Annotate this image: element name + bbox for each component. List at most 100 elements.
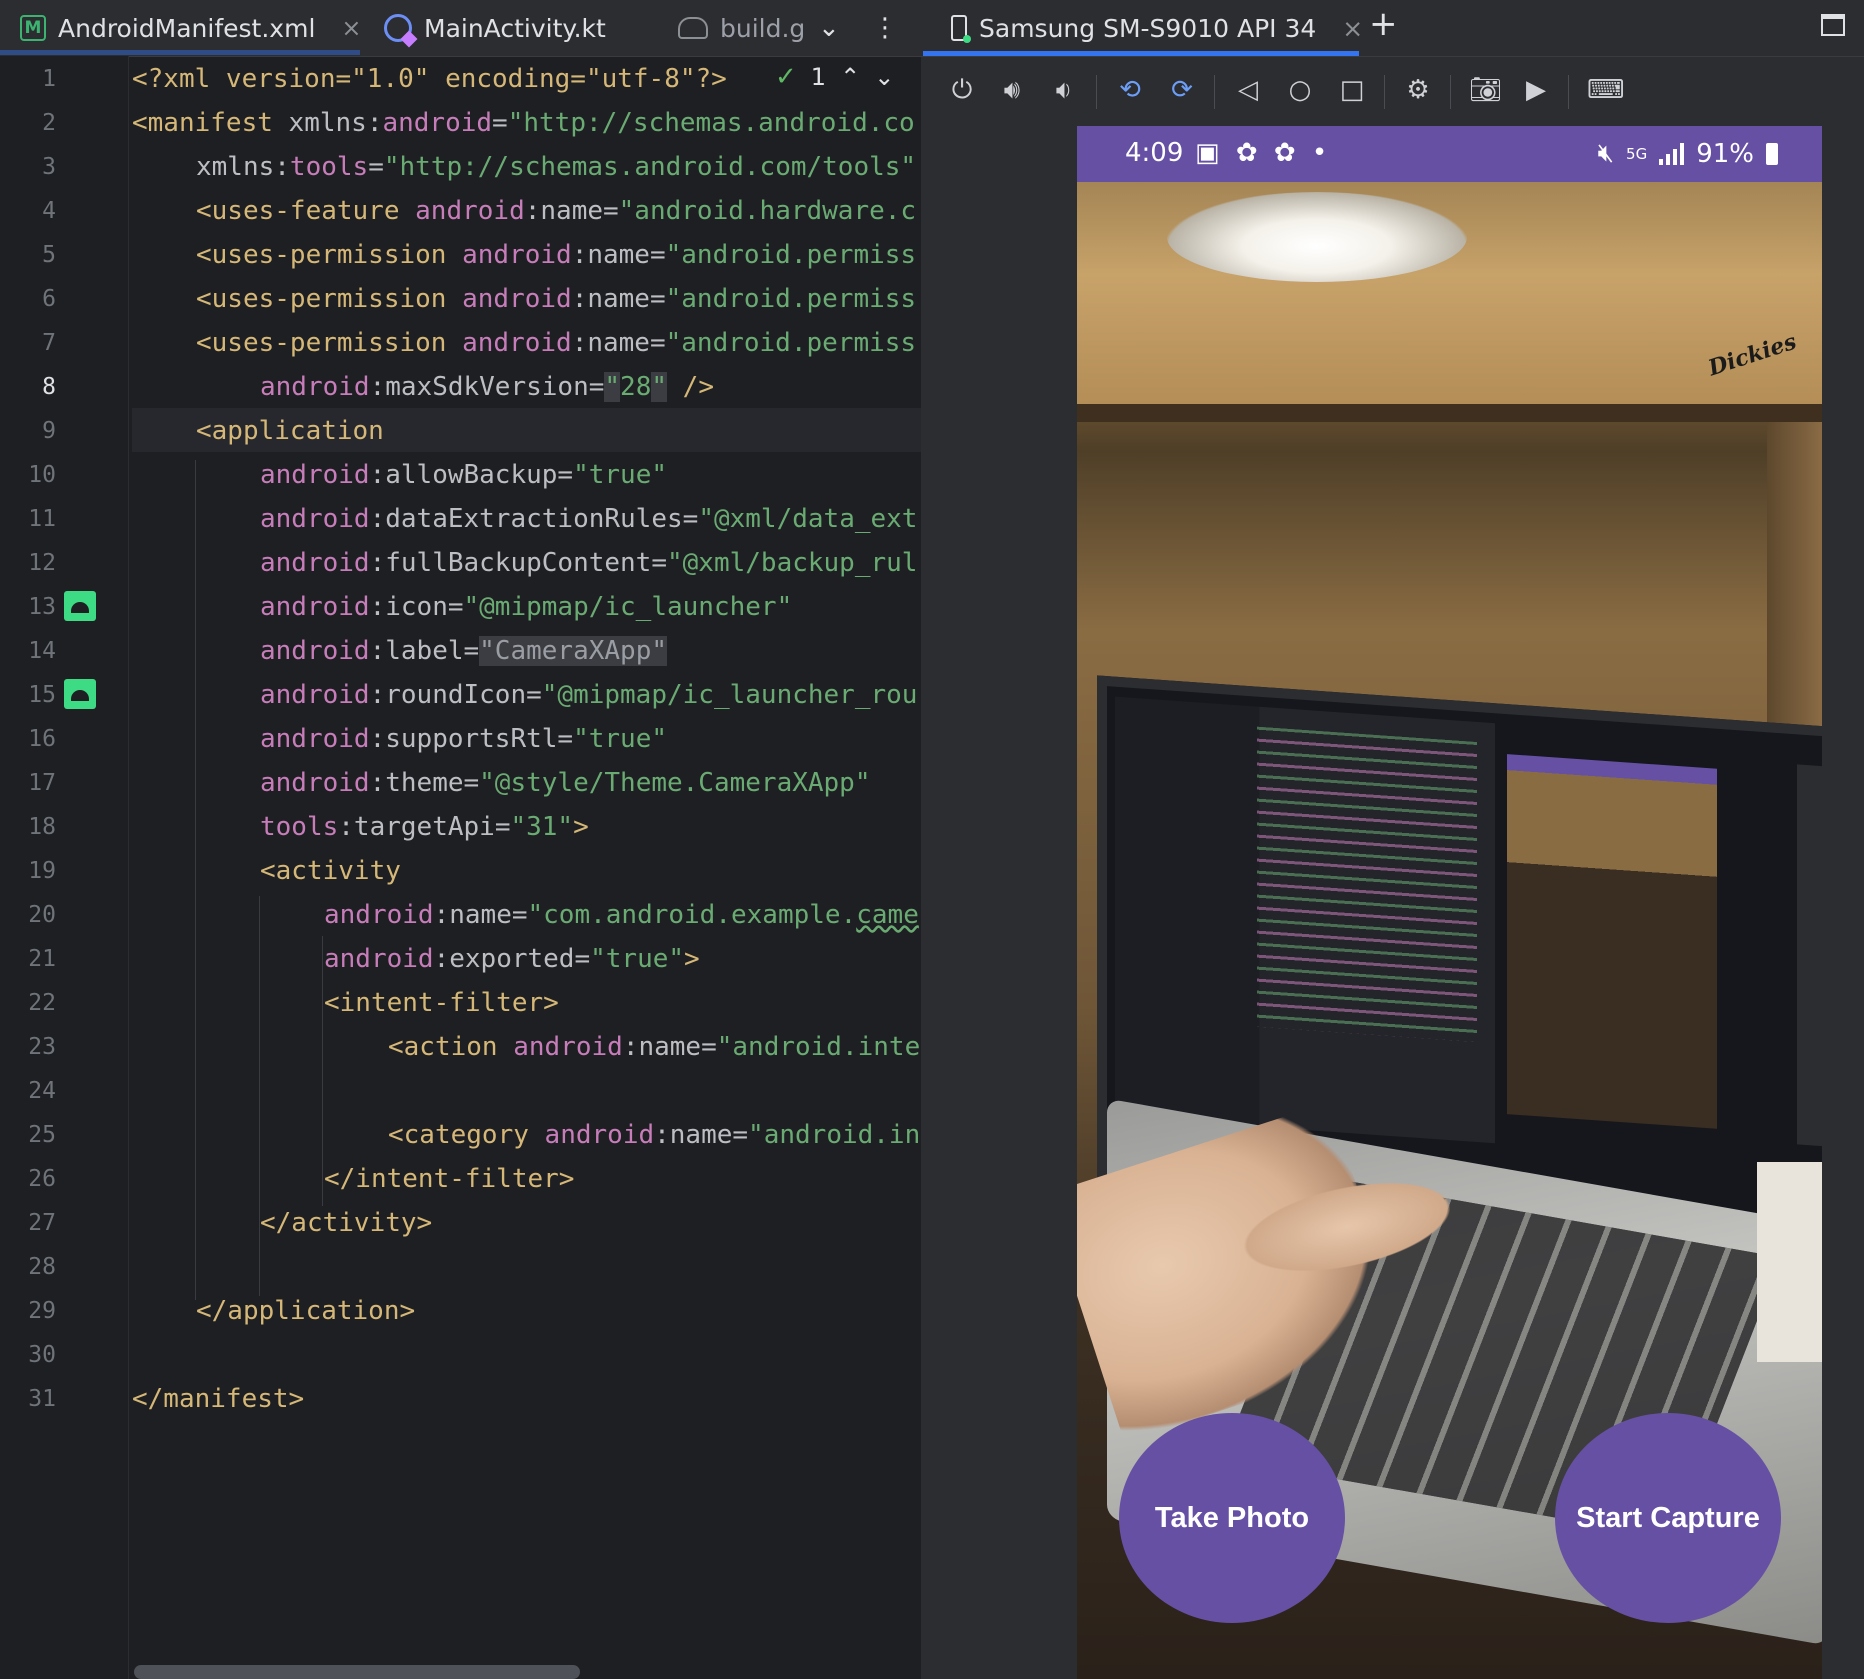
notification-icons: ▣ ✿ ✿ • [1195, 138, 1332, 168]
xml-attr: android [260, 592, 370, 622]
line-number: 5 [42, 242, 56, 268]
xml-attr: android [462, 240, 572, 270]
line-number: 17 [28, 770, 56, 796]
screen-record-icon[interactable]: ▶ [1521, 75, 1551, 105]
code-line-18: tools:targetApi="31"> [260, 812, 589, 842]
line-number: 3 [42, 154, 56, 180]
line-number: 10 [28, 462, 56, 488]
tab-android-manifest[interactable]: M AndroidManifest.xml × [20, 0, 362, 56]
power-icon[interactable]: ⏻ [947, 75, 977, 105]
xml-attr: android [260, 768, 370, 798]
code-line-13: android:icon="@mipmap/ic_launcher" [260, 592, 792, 622]
xml-value: "true" [573, 724, 667, 754]
take-photo-button[interactable]: Take Photo [1119, 1413, 1345, 1623]
xml-tag: <uses-feature [196, 196, 416, 226]
xml-eq: = [492, 108, 508, 138]
xml-attr-name: :name= [571, 240, 666, 270]
xml-declaration: <?xml version="1.0" encoding="utf-8"?> [132, 64, 727, 94]
xml-attr-name: :icon= [369, 592, 464, 622]
xml-attr-name: :roundIcon= [369, 680, 542, 710]
chevron-down-icon[interactable]: ⌄ [818, 0, 840, 56]
xml-attr: android [260, 460, 370, 490]
xml-value-warning[interactable]: came [856, 900, 919, 930]
chevron-down-icon[interactable]: ⌄ [874, 63, 894, 91]
home-icon[interactable]: ○ [1285, 75, 1315, 105]
device-toolbar: ⏻ 🔊︎ 🔉︎ ⟲ ⟳ ◁ ○ □ ⚙ 📷︎ ▶ ⌨ [921, 57, 1864, 125]
preview-nested-phone [1507, 754, 1717, 1129]
device-screen[interactable]: 4:09 ▣ ✿ ✿ • 🔇︎ 5G 91% Dickies Take Phot… [1077, 126, 1822, 1679]
android-launcher-icon[interactable] [64, 591, 96, 621]
rotate-right-icon[interactable]: ⟳ [1167, 75, 1197, 105]
camera-preview[interactable]: Dickies Take Photo Start Capture [1077, 182, 1822, 1679]
close-icon[interactable]: × [1342, 14, 1363, 43]
device-settings-icon[interactable]: ⚙ [1403, 75, 1433, 105]
xml-attr: android [260, 680, 370, 710]
xml-quote: " [651, 372, 668, 402]
volume-up-icon[interactable]: 🔊︎ [997, 75, 1027, 105]
xml-attr: android [382, 108, 493, 138]
more-options-icon[interactable]: ⋮ [872, 0, 898, 56]
xml-attr-name: :dataExtractionRules= [369, 504, 699, 534]
tab-device[interactable]: Samsung SM-S9010 API 34 × [951, 0, 1363, 56]
line-number: 24 [28, 1078, 56, 1104]
line-number: 29 [28, 1298, 56, 1324]
xml-value-folded[interactable]: "CameraXApp" [479, 636, 667, 666]
tab-label: build.g [720, 13, 806, 43]
line-number-current: 8 [42, 374, 56, 400]
line-number: 23 [28, 1034, 56, 1060]
rotate-left-icon[interactable]: ⟲ [1115, 75, 1145, 105]
xml-attr: android [544, 1120, 655, 1150]
active-tab-indicator [923, 51, 1359, 56]
toolbar-divider [1450, 75, 1451, 109]
xml-attr: android [415, 196, 525, 226]
xml-attr-name: :name= [571, 284, 666, 314]
xml-attr: android [260, 548, 370, 578]
line-number: 9 [42, 418, 56, 444]
xml-value: "android.permiss [665, 240, 917, 270]
xml-attr: android [324, 944, 434, 974]
xml-quote: " [604, 372, 621, 402]
inspection-widget[interactable]: ✓ 1 ⌃ ⌄ [775, 62, 894, 92]
code-line-29: </application> [196, 1296, 415, 1326]
start-capture-button[interactable]: Start Capture [1555, 1413, 1781, 1623]
maximize-icon[interactable] [1821, 14, 1845, 36]
xml-tag: <manifest [132, 108, 289, 138]
tab-build-gradle[interactable]: build.g [678, 0, 805, 56]
horizontal-scrollbar[interactable] [134, 1665, 580, 1679]
xml-tag: </manifest> [132, 1384, 305, 1414]
code-line-16: android:supportsRtl="true" [260, 724, 667, 754]
add-device-icon[interactable]: + [1369, 4, 1398, 44]
code-line-23: <action android:name="android.inte [388, 1032, 920, 1062]
keyboard-icon[interactable]: ⌨ [1587, 75, 1625, 105]
editor-tab-bar: M AndroidManifest.xml × MainActivity.kt … [0, 0, 921, 57]
close-icon[interactable]: × [341, 14, 361, 42]
kotlin-icon [384, 14, 412, 42]
tab-main-activity[interactable]: MainActivity.kt [384, 0, 606, 56]
code-line-6: <uses-permission android:name="android.p… [196, 284, 916, 314]
android-launcher-icon[interactable] [64, 679, 96, 709]
overview-icon[interactable]: □ [1337, 75, 1367, 105]
screenshot-icon[interactable]: 📷︎ [1469, 75, 1502, 105]
line-number: 6 [42, 286, 56, 312]
battery-level: 91% [1696, 138, 1754, 169]
xml-tag: </intent-filter> [324, 1164, 575, 1194]
line-number: 1 [42, 66, 56, 92]
volume-down-icon[interactable]: 🔉︎ [1049, 75, 1079, 105]
line-number: 26 [28, 1166, 56, 1192]
mute-icon: 🔇︎ [1597, 138, 1615, 168]
code-line-8: android:maxSdkVersion="28" /> [260, 372, 714, 402]
xml-tag-close: > [573, 812, 589, 842]
status-right: 🔇︎ 5G 91% [1598, 138, 1778, 169]
back-icon[interactable]: ◁ [1233, 75, 1263, 105]
xml-value: "android.inte [716, 1032, 921, 1062]
code-line-10: android:allowBackup="true" [260, 460, 667, 490]
xml-attr-name: :targetApi= [338, 812, 511, 842]
xml-attr: android [324, 900, 434, 930]
xml-attr-name: :name= [433, 900, 528, 930]
toolbar-divider [1214, 75, 1215, 109]
line-number: 22 [28, 990, 56, 1016]
code-area[interactable]: <?xml version="1.0" encoding="utf-8"?> <… [132, 56, 921, 1679]
xml-tag: <uses-permission [196, 328, 463, 358]
chevron-up-icon[interactable]: ⌃ [840, 63, 860, 91]
running-devices-pane: Samsung SM-S9010 API 34 × + ⏻ 🔊︎ 🔉︎ ⟲ ⟳ … [921, 0, 1864, 1679]
